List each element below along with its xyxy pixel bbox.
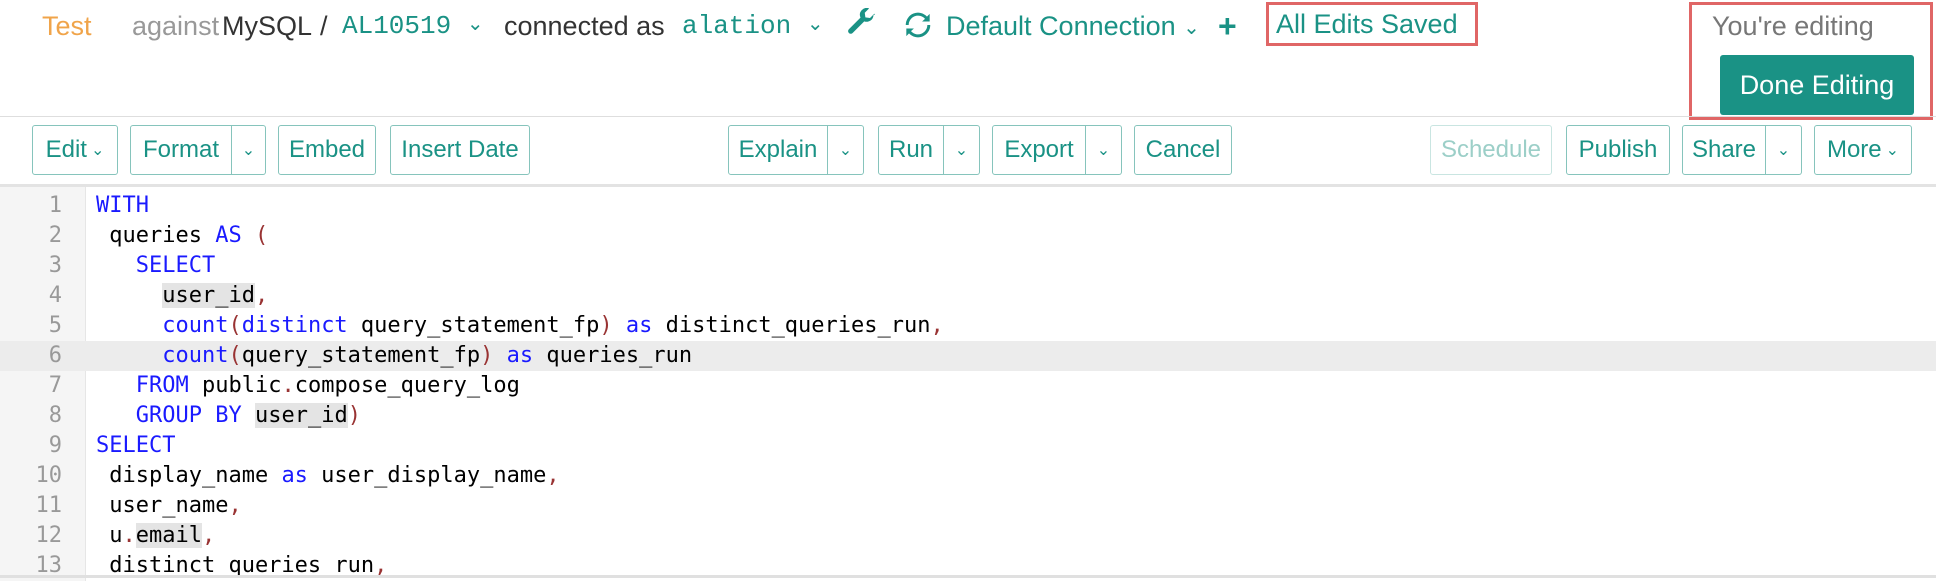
- connection-selector[interactable]: Default Connection ⌄: [946, 6, 1200, 46]
- share-button-group: Share ⌄: [1682, 125, 1802, 175]
- more-label: More: [1826, 136, 1882, 163]
- code-text: WITH: [96, 193, 149, 218]
- more-menu-button[interactable]: More ⌄: [1814, 125, 1912, 175]
- username: alation: [682, 11, 792, 41]
- chevron-down-icon: ⌄: [806, 14, 824, 38]
- username-selector[interactable]: alation ⌄: [682, 6, 824, 46]
- wrench-icon[interactable]: [846, 7, 876, 48]
- export-button-group: Export ⌄: [992, 125, 1122, 175]
- chevron-down-icon: ⌄: [1885, 142, 1900, 159]
- share-button[interactable]: Share: [1682, 125, 1766, 175]
- code-text: u.email,: [96, 523, 216, 548]
- save-status: All Edits Saved: [1276, 9, 1458, 39]
- share-dropdown-button[interactable]: ⌄: [1766, 125, 1802, 175]
- line-number: 4: [48, 283, 62, 308]
- code-line[interactable]: 6 count(query_statement_fp) as queries_r…: [0, 341, 1936, 371]
- sql-editor[interactable]: 1 WITH 2 queries AS (3 SELECT 4 user_id, 5 c…: [0, 184, 1936, 581]
- edit-menu-button[interactable]: Edit ⌄: [32, 125, 118, 175]
- code-text: count(distinct query_statement_fp) as di…: [162, 313, 944, 338]
- code-text: GROUP BY user_id): [135, 403, 361, 428]
- datasource-name: AL10519: [342, 11, 452, 41]
- line-number: 2: [48, 223, 62, 248]
- line-number: 12: [35, 523, 63, 548]
- code-text: count(query_statement_fp) as queries_run: [162, 343, 693, 368]
- done-editing-button[interactable]: Done Editing: [1720, 55, 1914, 115]
- line-number: 3: [48, 253, 62, 278]
- chevron-down-icon: ⌄: [90, 142, 105, 159]
- code-line[interactable]: 11 user_name,: [0, 491, 1936, 521]
- line-number: 5: [48, 313, 62, 338]
- insert-date-button[interactable]: Insert Date: [390, 125, 530, 175]
- code-line[interactable]: 1 WITH: [0, 191, 1936, 221]
- line-number: 8: [48, 403, 62, 428]
- query-header: Test against MySQL / AL10519 ⌄ connected…: [0, 0, 1936, 120]
- export-dropdown-button[interactable]: ⌄: [1086, 125, 1122, 175]
- chevron-down-icon: ⌄: [241, 142, 256, 159]
- chevron-down-icon: ⌄: [838, 142, 853, 159]
- db-type: MySQL: [222, 11, 313, 41]
- chevron-down-icon: ⌄: [1183, 16, 1200, 39]
- against-label: against: [132, 11, 220, 41]
- code-text: SELECT: [96, 433, 176, 458]
- code-text: user_id,: [162, 283, 269, 308]
- chevron-down-icon: ⌄: [1096, 142, 1111, 159]
- line-number: 11: [35, 493, 63, 518]
- code-text: FROM public.compose_query_log: [135, 373, 520, 398]
- code-line[interactable]: 5 count(distinct query_statement_fp) as …: [0, 311, 1936, 341]
- code-line[interactable]: 3 SELECT: [0, 251, 1936, 281]
- embed-button[interactable]: Embed: [278, 125, 376, 175]
- cancel-button[interactable]: Cancel: [1134, 125, 1232, 175]
- edit-label: Edit: [45, 136, 87, 163]
- run-dropdown-button[interactable]: ⌄: [944, 125, 980, 175]
- publish-button[interactable]: Publish: [1566, 125, 1670, 175]
- chevron-down-icon: ⌄: [466, 14, 484, 38]
- editing-panel: You're editing Done Editing: [1689, 2, 1933, 120]
- editor-toolbar: Edit ⌄ Format ⌄ Embed Insert Date Explain…: [0, 116, 1936, 182]
- schedule-button[interactable]: Schedule: [1430, 125, 1552, 175]
- connection-name: Default Connection: [946, 11, 1176, 41]
- path-separator: /: [320, 11, 328, 41]
- code-text: display_name as user_display_name,: [96, 463, 560, 488]
- editing-status: You're editing: [1712, 11, 1874, 41]
- format-dropdown-button[interactable]: ⌄: [232, 125, 266, 175]
- explain-dropdown-button[interactable]: ⌄: [828, 125, 864, 175]
- explain-button-group: Explain ⌄: [728, 125, 864, 175]
- explain-button[interactable]: Explain: [728, 125, 828, 175]
- code-line[interactable]: 10 display_name as user_display_name,: [0, 461, 1936, 491]
- code-line[interactable]: 2 queries AS (: [0, 221, 1936, 251]
- query-title[interactable]: Test: [42, 6, 92, 46]
- line-number: 9: [48, 433, 62, 458]
- format-button-group: Format ⌄: [130, 125, 266, 175]
- code-text: SELECT: [135, 253, 216, 278]
- line-number: 10: [35, 463, 63, 488]
- plus-icon[interactable]: +: [1218, 6, 1237, 46]
- code-line[interactable]: 12 u.email,: [0, 521, 1936, 551]
- chevron-down-icon: ⌄: [954, 142, 969, 159]
- datasource-selector[interactable]: AL10519 ⌄: [342, 6, 484, 46]
- format-button[interactable]: Format: [130, 125, 232, 175]
- code-text: queries AS (: [96, 223, 269, 248]
- chevron-down-icon: ⌄: [1776, 142, 1791, 159]
- export-button[interactable]: Export: [992, 125, 1086, 175]
- code-text: user_name,: [96, 493, 242, 518]
- code-line[interactable]: 4 user_id,: [0, 281, 1936, 311]
- run-button[interactable]: Run: [878, 125, 944, 175]
- code-line[interactable]: 7 FROM public.compose_query_log: [0, 371, 1936, 401]
- refresh-icon[interactable]: [904, 10, 932, 50]
- line-number: 6: [48, 343, 62, 368]
- code-line[interactable]: 9 SELECT: [0, 431, 1936, 461]
- run-button-group: Run ⌄: [878, 125, 980, 175]
- connected-as-label: connected as: [504, 11, 665, 41]
- line-number: 1: [48, 193, 62, 218]
- line-number: 7: [48, 373, 62, 398]
- code-line[interactable]: 8 GROUP BY user_id): [0, 401, 1936, 431]
